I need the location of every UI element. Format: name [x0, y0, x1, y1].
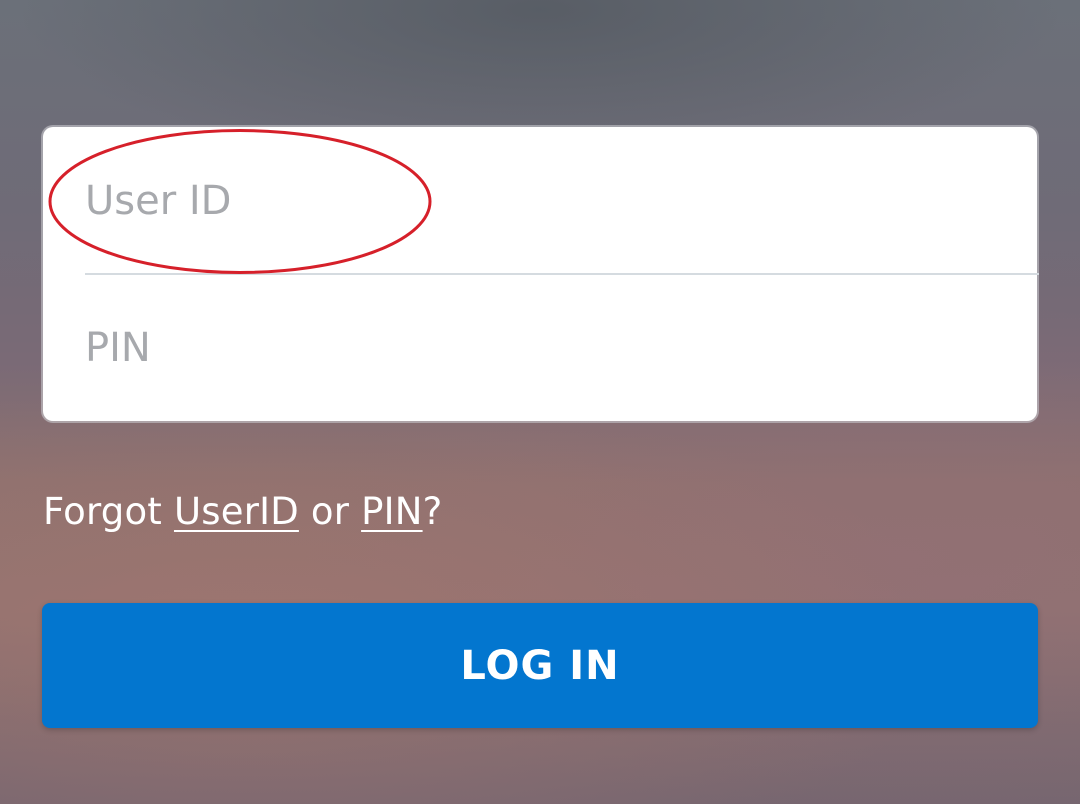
forgot-middle: or	[298, 490, 362, 533]
login-form-card	[43, 127, 1039, 421]
userid-field[interactable]	[85, 127, 1037, 274]
pin-field[interactable]	[85, 274, 1037, 421]
forgot-credentials-text: Forgot UserID or PIN?	[43, 490, 442, 533]
forgot-pin-link[interactable]: PIN	[361, 490, 423, 533]
userid-input[interactable]	[85, 177, 1037, 224]
forgot-userid-link[interactable]: UserID	[174, 490, 299, 533]
forgot-suffix: ?	[422, 490, 443, 533]
login-button[interactable]: LOG IN	[42, 603, 1038, 728]
forgot-prefix: Forgot	[43, 490, 174, 533]
pin-input[interactable]	[85, 324, 1037, 371]
